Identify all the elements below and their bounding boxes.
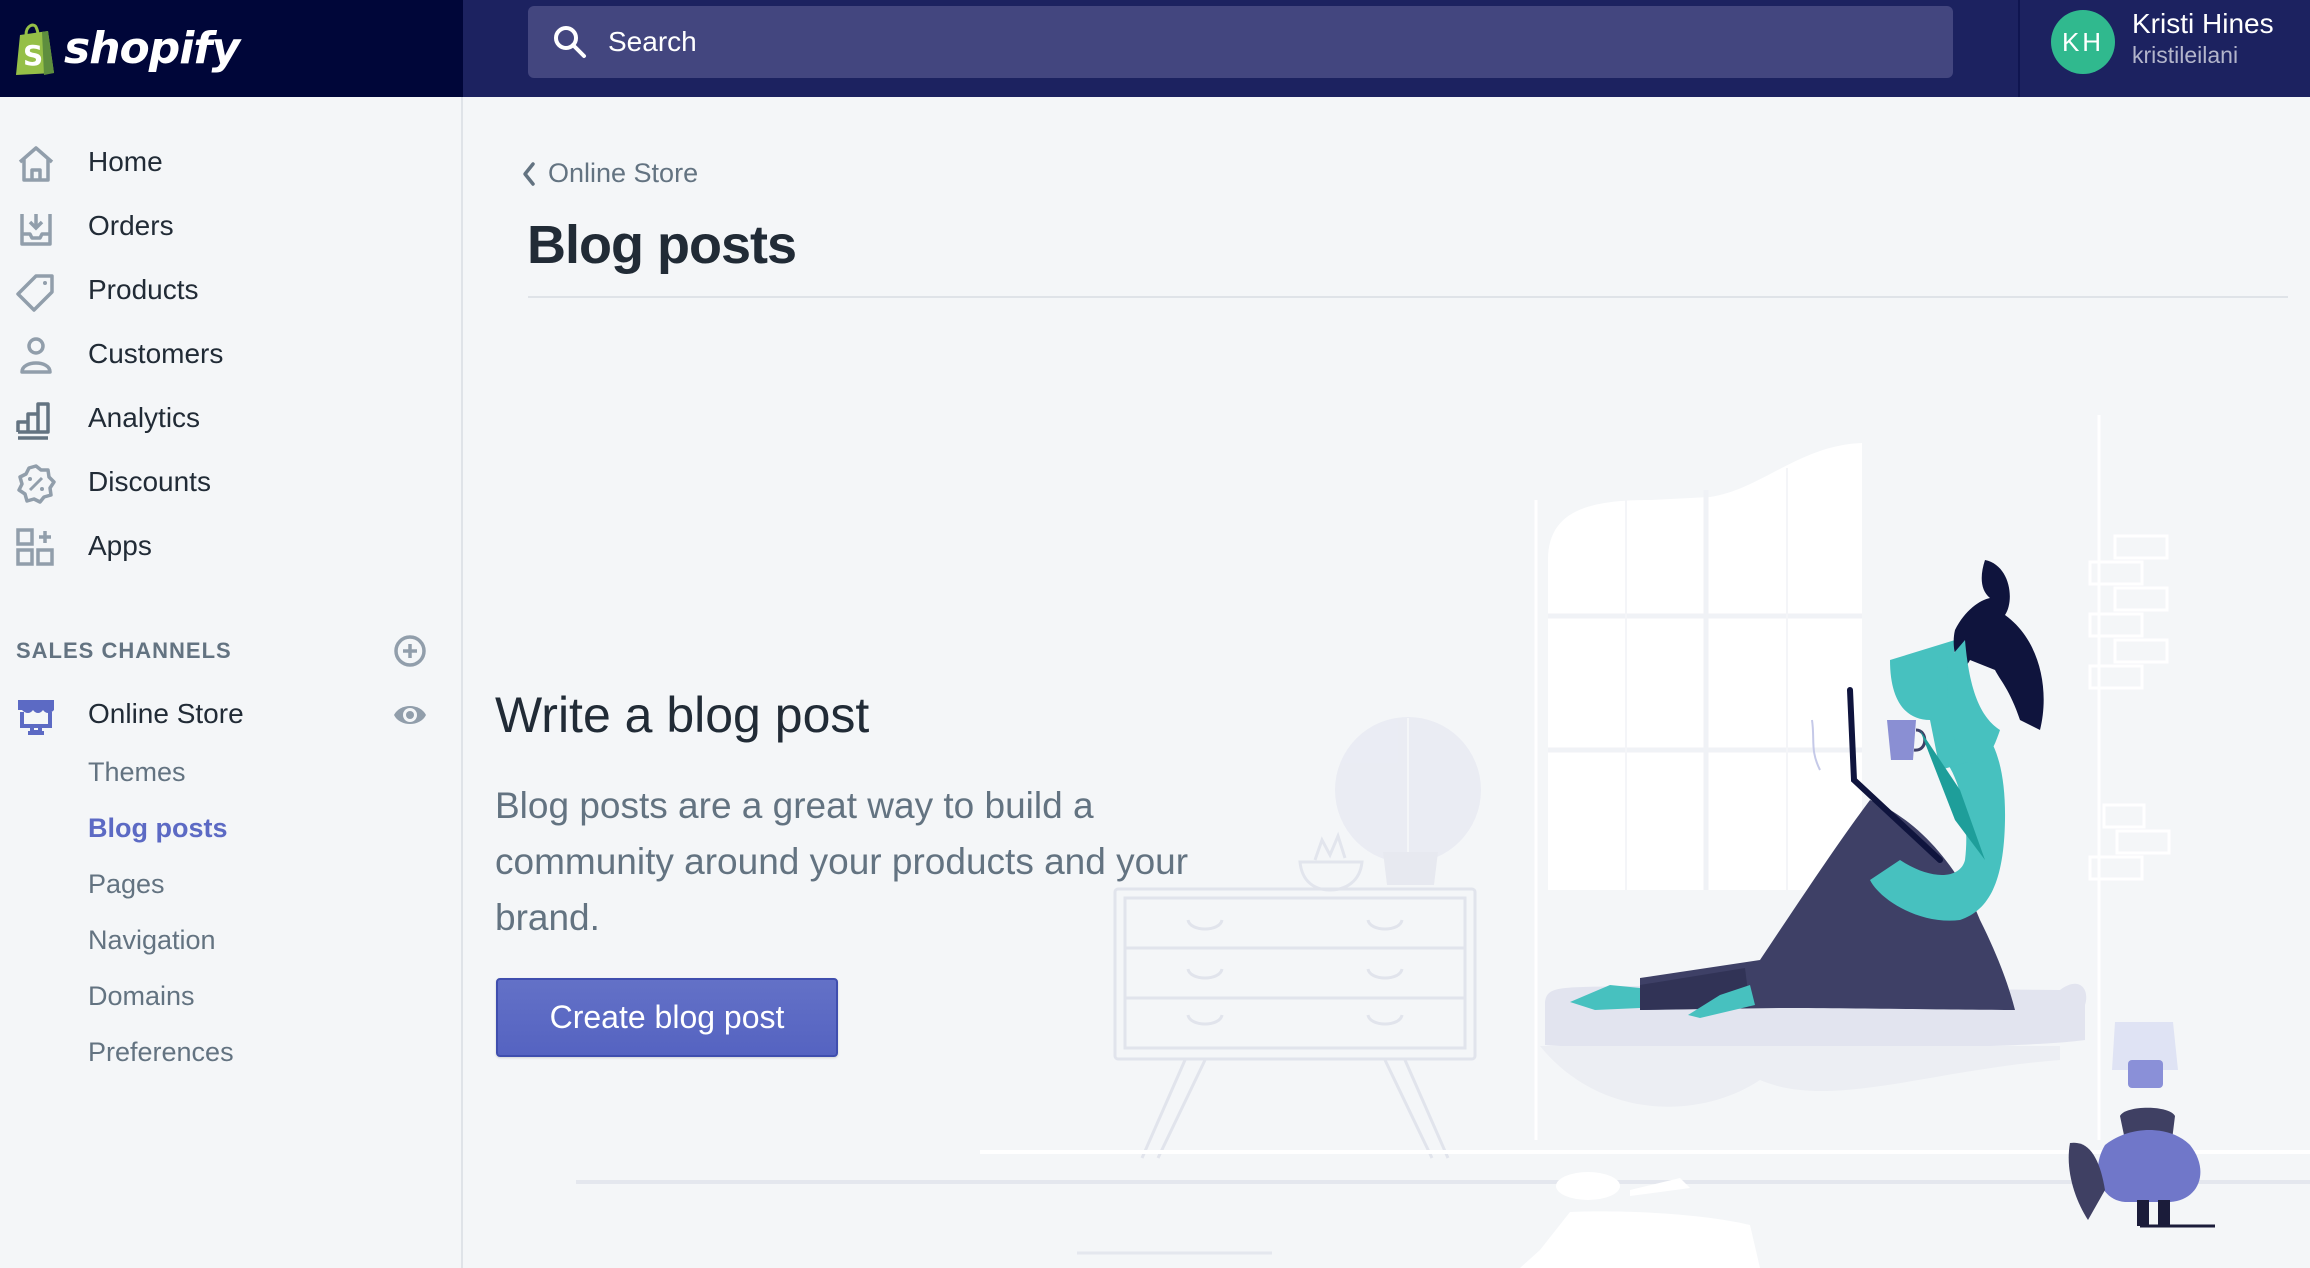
sidebar-subitem-navigation[interactable]: Navigation	[88, 925, 216, 956]
divider	[2018, 0, 2020, 97]
apps-grid-icon	[16, 528, 54, 566]
sidebar-subitem-themes[interactable]: Themes	[88, 757, 186, 788]
mug-icon	[1887, 720, 1916, 760]
sidebar-item-label: Apps	[88, 530, 152, 561]
empty-state-heading: Write a blog post	[495, 687, 870, 743]
sidebar-subitem-blog-posts[interactable]: Blog posts	[88, 813, 228, 844]
page-title: Blog posts	[527, 215, 797, 275]
sidebar-item-label: Discounts	[88, 466, 211, 497]
sidebar-item-analytics[interactable]: Analytics	[0, 390, 461, 446]
sidebar-item-label: Orders	[88, 210, 174, 241]
home-icon	[18, 146, 54, 182]
breadcrumb-label: Online Store	[548, 158, 699, 188]
top-bar: S shopify Search KH Kristi Hines kristil…	[0, 0, 2310, 97]
sidebar-item-home[interactable]: Home	[0, 134, 461, 190]
search-icon	[554, 26, 586, 58]
breadcrumb-back-link[interactable]: Online Store	[520, 158, 698, 189]
empty-state-description: Blog posts are a great way to build a co…	[495, 785, 1189, 938]
sidebar-subitem-domains[interactable]: Domains	[88, 981, 195, 1012]
user-handle[interactable]: kristileilani	[2132, 42, 2238, 69]
search-input[interactable]: Search	[528, 6, 1953, 78]
sidebar-item-label: Customers	[88, 338, 224, 369]
tag-icon	[16, 274, 54, 312]
sidebar-item-discounts[interactable]: Discounts	[0, 454, 461, 510]
sidebar: Home Orders Products Customers Analytics	[0, 97, 463, 1268]
eye-icon[interactable]	[392, 697, 428, 733]
sidebar-item-orders[interactable]: Orders	[0, 198, 461, 254]
user-name[interactable]: Kristi Hines	[2132, 8, 2274, 40]
sidebar-item-label: Analytics	[88, 402, 201, 433]
sidebar-item-customers[interactable]: Customers	[0, 326, 461, 382]
storefront-icon	[18, 700, 54, 735]
sales-channels-heading: SALES CHANNELS	[16, 638, 232, 663]
plant-icon	[1298, 717, 1481, 892]
shopify-logo[interactable]: S shopify	[0, 0, 463, 97]
sidebar-item-label: Products	[88, 274, 199, 305]
orders-inbox-icon	[20, 214, 52, 246]
bar-chart-icon	[16, 402, 50, 440]
create-blog-post-button[interactable]: Create blog post	[496, 978, 838, 1057]
discount-badge-icon	[17, 464, 56, 504]
search-placeholder: Search	[608, 26, 697, 57]
shoes-icon	[1556, 1172, 1690, 1200]
sidebar-subitem-pages[interactable]: Pages	[88, 869, 165, 900]
sidebar-item-apps[interactable]: Apps	[0, 518, 461, 574]
sidebar-subitem-preferences[interactable]: Preferences	[88, 1037, 234, 1068]
person-icon	[20, 337, 52, 374]
title-divider	[528, 296, 2288, 298]
bricks-icon	[2088, 534, 2171, 881]
sidebar-item-label: Home	[88, 146, 163, 177]
svg-text:S: S	[23, 39, 43, 72]
chevron-left-icon	[523, 161, 535, 186]
shopify-bag-icon: S	[16, 23, 54, 75]
add-sales-channel-icon[interactable]	[392, 633, 428, 669]
brand-name: shopify	[64, 23, 240, 74]
turtle-icon	[2068, 1022, 2215, 1228]
avatar[interactable]: KH	[2051, 10, 2115, 74]
sidebar-item-products[interactable]: Products	[0, 262, 461, 318]
sidebar-item-label: Online Store	[88, 698, 244, 729]
